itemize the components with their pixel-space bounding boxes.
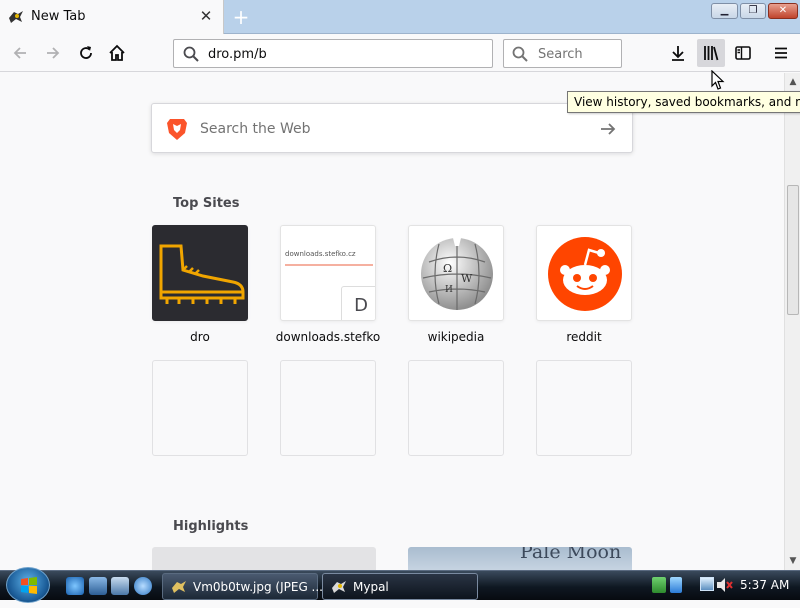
quick-launch-app-icon[interactable] — [134, 577, 152, 595]
tray-device-icon[interactable] — [670, 577, 682, 593]
top-site-label: wikipedia — [427, 330, 485, 344]
download-arrow-icon — [672, 46, 684, 61]
sidebar-button[interactable] — [729, 39, 757, 67]
back-arrow-icon — [13, 47, 26, 59]
tab-strip: New Tab ✕ + ▁ ❐ ✕ — [0, 0, 800, 34]
windows-logo-icon — [21, 577, 37, 594]
tab-new-tab[interactable]: New Tab ✕ — [0, 0, 224, 34]
windows-taskbar: Vm0b0tw.jpg (JPEG ... Mypal 5:37 AM — [0, 567, 800, 603]
menu-button[interactable] — [767, 39, 795, 67]
restore-icon: ❐ — [748, 5, 758, 16]
close-window-button[interactable]: ✕ — [768, 3, 798, 19]
hamburger-menu-icon — [775, 47, 787, 59]
scrollbar-thumb[interactable] — [787, 185, 799, 315]
search-icon — [512, 46, 528, 62]
top-site-label: dro — [190, 330, 210, 344]
top-site-downloads-tile[interactable]: downloads.stefko.cz D — [280, 225, 376, 321]
task-label: Mypal — [353, 580, 389, 594]
top-site-wikipedia-tile[interactable]: Ω W И — [408, 225, 504, 321]
maximize-button[interactable]: ❐ — [740, 3, 766, 19]
url-input[interactable] — [206, 44, 486, 64]
top-sites-heading: Top Sites — [173, 196, 240, 211]
start-button[interactable] — [6, 567, 50, 603]
highlights-heading: Highlights — [173, 519, 249, 534]
web-search-submit-button[interactable] — [596, 117, 620, 141]
reload-button[interactable] — [72, 39, 100, 67]
site-letter-badge: D — [341, 286, 375, 320]
taskbar-task-image[interactable]: Vm0b0tw.jpg (JPEG ... — [162, 573, 323, 600]
top-site-label: downloads.stefko — [275, 330, 381, 344]
network-icon[interactable] — [700, 577, 714, 591]
scroll-down-icon[interactable]: ▼ — [788, 556, 798, 566]
reload-icon — [80, 46, 92, 59]
switch-windows-icon[interactable] — [111, 577, 129, 595]
page-scrollbar[interactable]: ▲ ▼ — [784, 73, 800, 570]
arrow-right-icon — [601, 123, 616, 135]
library-icon — [704, 46, 719, 61]
downloads-button[interactable] — [664, 39, 692, 67]
wikipedia-globe-icon: Ω W И — [421, 238, 493, 310]
minimize-button[interactable]: ▁ — [711, 3, 738, 19]
home-button[interactable] — [103, 39, 131, 67]
internet-explorer-icon[interactable] — [66, 577, 84, 595]
top-site-empty-slot[interactable] — [408, 360, 504, 456]
search-icon — [183, 46, 199, 62]
brave-logo-icon — [167, 119, 187, 140]
top-site-reddit-tile[interactable] — [536, 225, 632, 321]
top-site-empty-slot[interactable] — [536, 360, 632, 456]
tab-close-icon[interactable]: ✕ — [198, 8, 214, 24]
top-site-label: reddit — [566, 330, 602, 344]
library-button[interactable] — [697, 39, 725, 67]
mypal-favicon-icon — [9, 11, 23, 23]
thumbnail-text: downloads.stefko.cz — [285, 250, 356, 258]
clock[interactable]: 5:37 AM — [740, 578, 789, 592]
mypal-icon — [332, 581, 346, 593]
web-search-input[interactable] — [198, 117, 578, 141]
top-site-empty-slot[interactable] — [152, 360, 248, 456]
system-tray: 5:37 AM — [648, 571, 800, 601]
boot-logo-icon — [159, 244, 245, 304]
highlight-card-pale-moon[interactable]: Pale Moon — [408, 547, 632, 570]
new-tab-page: Top Sites dro downloads.stefko.cz D down… — [0, 73, 784, 570]
tray-app-icon[interactable] — [652, 577, 666, 593]
svg-text:Ω: Ω — [443, 262, 452, 275]
taskbar-task-mypal[interactable]: Mypal — [322, 573, 478, 600]
new-tab-button[interactable]: + — [230, 6, 252, 28]
search-bar[interactable] — [503, 39, 622, 68]
reddit-logo-icon — [548, 237, 622, 311]
search-input[interactable] — [536, 44, 618, 64]
web-search-box[interactable] — [151, 103, 633, 153]
top-site-dro-tile[interactable] — [152, 225, 248, 321]
show-desktop-icon[interactable] — [89, 577, 107, 595]
navigation-toolbar — [0, 34, 800, 72]
minimize-icon: ▁ — [720, 5, 729, 16]
highlight-card-text: Pale Moon — [520, 547, 622, 563]
home-icon — [109, 44, 125, 61]
svg-text:W: W — [461, 272, 473, 285]
top-site-empty-slot[interactable] — [280, 360, 376, 456]
library-tooltip: View history, saved bookmarks, and more — [567, 91, 800, 113]
close-icon: ✕ — [778, 5, 788, 16]
task-label: Vm0b0tw.jpg (JPEG ... — [193, 580, 323, 594]
sidebar-icon — [735, 46, 751, 60]
url-bar[interactable] — [173, 39, 493, 68]
back-button[interactable] — [6, 39, 34, 67]
volume-muted-icon[interactable] — [716, 577, 734, 593]
forward-button[interactable] — [39, 39, 67, 67]
tab-title: New Tab — [31, 9, 86, 24]
svg-text:И: И — [445, 285, 453, 295]
image-viewer-icon — [172, 581, 186, 593]
scroll-up-icon[interactable]: ▲ — [788, 77, 798, 87]
highlight-card[interactable] — [152, 547, 376, 570]
mouse-cursor-icon — [711, 70, 725, 90]
thumbnail-line — [285, 264, 373, 266]
forward-arrow-icon — [47, 47, 60, 59]
